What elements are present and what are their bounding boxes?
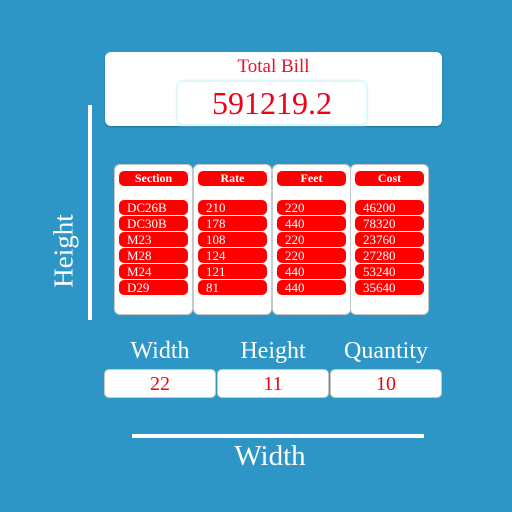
table-cell[interactable]: 210 bbox=[198, 200, 267, 215]
table-cell[interactable]: 35640 bbox=[355, 280, 424, 295]
quantity-label: Quantity bbox=[344, 338, 428, 364]
width-axis-line bbox=[132, 434, 424, 438]
table-cell[interactable]: DC26B bbox=[119, 200, 188, 215]
table-cell[interactable]: 121 bbox=[198, 264, 267, 279]
table-cell[interactable]: 53240 bbox=[355, 264, 424, 279]
height-label: Height bbox=[240, 338, 306, 364]
dimensions-panel: Width Height Quantity 22 11 10 bbox=[104, 338, 441, 398]
column-rate: Rate 210 178 108 124 121 81 bbox=[194, 165, 271, 314]
height-axis-label: Height bbox=[48, 214, 79, 288]
width-label: Width bbox=[130, 338, 190, 364]
table-cell[interactable]: DC30B bbox=[119, 216, 188, 231]
table-cell[interactable]: 440 bbox=[277, 280, 346, 295]
column-header: Rate bbox=[198, 171, 267, 186]
table-cell[interactable]: D29 bbox=[119, 280, 188, 295]
width-axis-label: Width bbox=[234, 440, 306, 472]
table-cell[interactable]: 440 bbox=[277, 264, 346, 279]
table-cell[interactable]: 124 bbox=[198, 248, 267, 263]
table-cell[interactable]: 220 bbox=[277, 248, 346, 263]
table-cell[interactable]: 46200 bbox=[355, 200, 424, 215]
total-bill-title: Total Bill bbox=[237, 56, 310, 77]
column-section: Section DC26B DC30B M23 M28 M24 D29 bbox=[115, 165, 192, 314]
table-cell[interactable]: 440 bbox=[277, 216, 346, 231]
table-cell[interactable]: 27280 bbox=[355, 248, 424, 263]
total-bill-value: 591219.2 bbox=[178, 82, 366, 124]
column-feet: Feet 220 440 220 220 440 440 bbox=[273, 165, 350, 314]
column-header: Section bbox=[119, 171, 188, 186]
height-axis-line bbox=[88, 105, 92, 320]
table-cell[interactable]: M24 bbox=[119, 264, 188, 279]
table-cell[interactable]: 81 bbox=[198, 280, 267, 295]
table-cell[interactable]: M28 bbox=[119, 248, 188, 263]
table-cell[interactable]: 220 bbox=[277, 200, 346, 215]
height-input[interactable]: 11 bbox=[218, 370, 328, 397]
table-cell[interactable]: 220 bbox=[277, 232, 346, 247]
table-cell[interactable]: 78320 bbox=[355, 216, 424, 231]
table-cell[interactable]: 108 bbox=[198, 232, 267, 247]
table-cell[interactable]: M23 bbox=[119, 232, 188, 247]
table-cell[interactable]: 23760 bbox=[355, 232, 424, 247]
table-cell[interactable]: 178 bbox=[198, 216, 267, 231]
column-cost: Cost 46200 78320 23760 27280 53240 35640 bbox=[351, 165, 428, 314]
column-header: Cost bbox=[355, 171, 424, 186]
column-header: Feet bbox=[277, 171, 346, 186]
width-input[interactable]: 22 bbox=[105, 370, 215, 397]
quantity-input[interactable]: 10 bbox=[331, 370, 441, 397]
